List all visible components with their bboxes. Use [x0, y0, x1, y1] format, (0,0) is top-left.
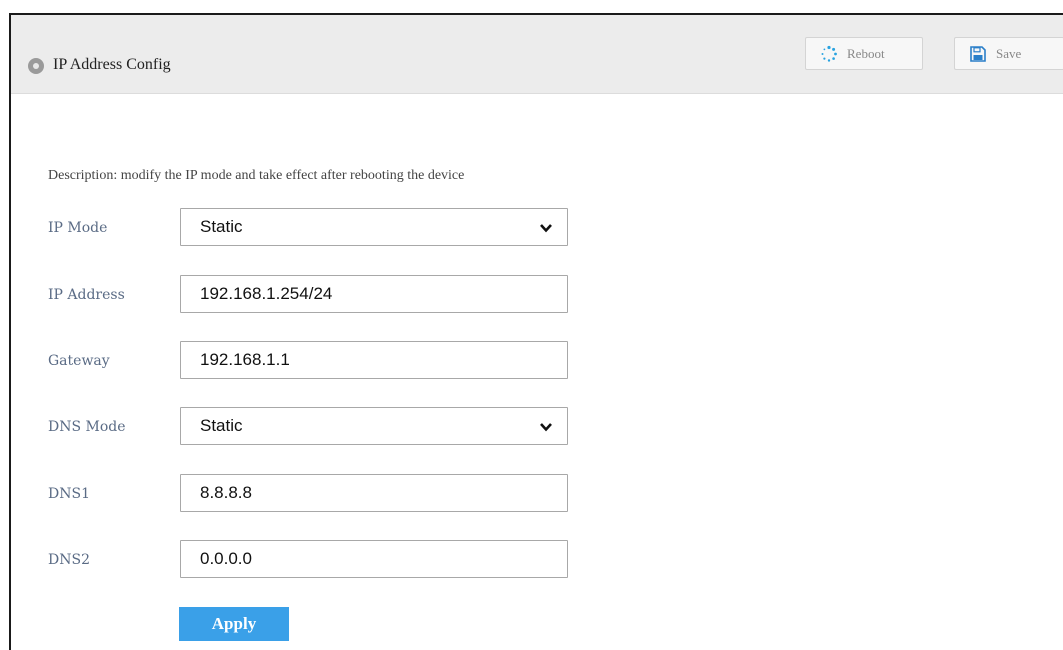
floppy-disk-icon [969, 45, 987, 63]
page-title: IP Address Config [53, 56, 171, 73]
dns1-label: DNS1 [48, 486, 90, 502]
ip-address-input[interactable]: 192.168.1.254/24 [180, 275, 568, 313]
ip-address-value: 192.168.1.254/24 [200, 284, 333, 303]
ip-mode-value: Static [200, 217, 243, 236]
dns1-value: 8.8.8.8 [200, 483, 252, 502]
dns-mode-value: Static [200, 416, 243, 435]
chevron-down-icon [540, 224, 552, 233]
gateway-input[interactable]: 192.168.1.1 [180, 341, 568, 379]
save-label: Save [996, 45, 1022, 61]
dns-mode-label: DNS Mode [48, 419, 126, 435]
dns2-label: DNS2 [48, 552, 90, 568]
ip-mode-label: IP Mode [48, 220, 108, 236]
spinner-icon [820, 45, 838, 63]
dns1-input[interactable]: 8.8.8.8 [180, 474, 568, 512]
dns2-value: 0.0.0.0 [200, 549, 252, 568]
location-pin-icon [28, 58, 44, 74]
form-area: Description: modify the IP mode and take… [11, 94, 1063, 650]
ip-address-label: IP Address [48, 287, 125, 303]
config-panel: IP Address Config Reboot Save Descriptio… [9, 13, 1063, 650]
panel-header: IP Address Config Reboot Save [11, 15, 1063, 94]
gateway-label: Gateway [48, 353, 110, 369]
reboot-button[interactable]: Reboot [805, 37, 923, 70]
dns-mode-select[interactable]: Static [180, 407, 568, 445]
gateway-value: 192.168.1.1 [200, 350, 290, 369]
dns2-input[interactable]: 0.0.0.0 [180, 540, 568, 578]
description-text: Description: modify the IP mode and take… [48, 168, 465, 183]
ip-mode-select[interactable]: Static [180, 208, 568, 246]
chevron-down-icon [540, 423, 552, 432]
apply-button[interactable]: Apply [179, 607, 289, 641]
reboot-label: Reboot [847, 45, 885, 61]
save-button[interactable]: Save [954, 37, 1063, 70]
